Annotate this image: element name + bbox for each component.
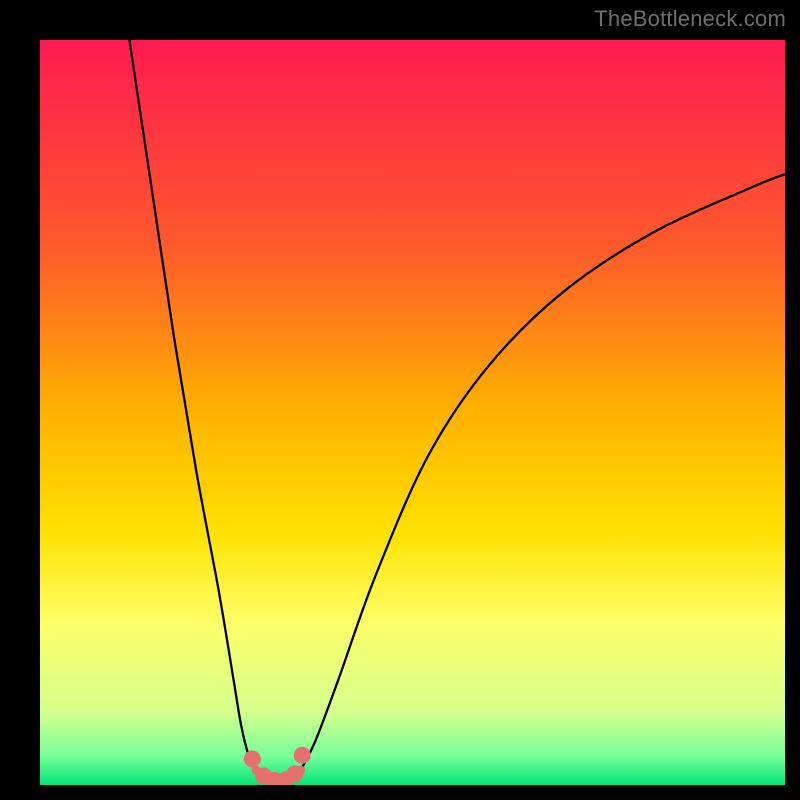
plot-area: [40, 40, 785, 785]
gradient-background: [40, 40, 785, 785]
watermark-text: TheBottleneck.com: [594, 6, 786, 32]
valley-marker: [294, 747, 311, 764]
chart-frame: TheBottleneck.com: [0, 0, 800, 800]
chart-svg: [40, 40, 785, 785]
valley-marker: [286, 765, 303, 782]
valley-marker: [244, 750, 261, 767]
